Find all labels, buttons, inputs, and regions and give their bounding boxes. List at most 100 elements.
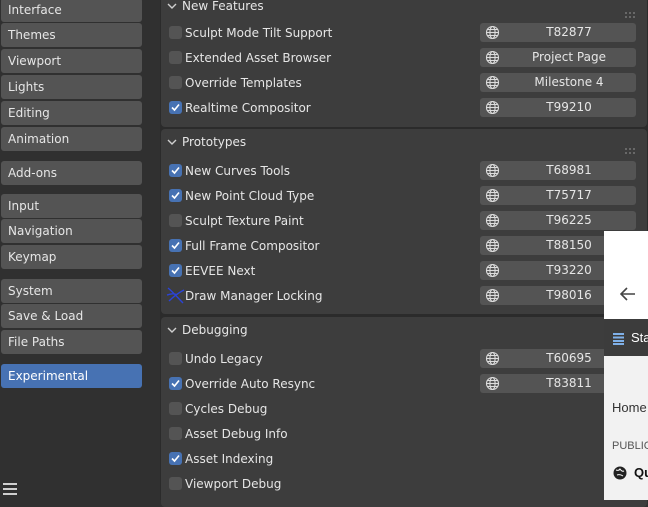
checkbox[interactable]: [169, 352, 182, 365]
overlay-window: Sta Home PUBLIC Qu: [604, 231, 648, 500]
link-text: T99210: [546, 100, 592, 114]
globe-icon: [485, 75, 500, 90]
link-button[interactable]: T68981: [480, 161, 636, 180]
chevron-down-icon: [167, 0, 177, 18]
option-row: EEVEE Next T93220: [161, 259, 647, 284]
sidebar-item-keymap[interactable]: Keymap: [1, 245, 142, 269]
section-label: PUBLIC: [612, 440, 648, 452]
option-label: Asset Indexing: [185, 452, 274, 466]
checkbox[interactable]: [169, 164, 182, 177]
option-label: Realtime Compositor: [185, 101, 311, 115]
checkbox[interactable]: [169, 189, 182, 202]
menu-icon[interactable]: [3, 483, 17, 495]
globe-icon: [485, 288, 500, 303]
sidebar-item-interface[interactable]: Interface: [1, 0, 142, 22]
checkbox[interactable]: [169, 264, 182, 277]
checkbox[interactable]: [166, 287, 185, 304]
checkbox[interactable]: [169, 477, 182, 490]
panel-prototypes: Prototypes New Curves Tools T68981 New P…: [161, 129, 647, 314]
checkbox[interactable]: [169, 377, 182, 390]
link-button[interactable]: T99210: [480, 98, 636, 117]
checkbox[interactable]: [169, 239, 182, 252]
option-row: Draw Manager Locking T98016: [161, 284, 647, 309]
link-text: Milestone 4: [534, 75, 604, 89]
globe-icon: [485, 100, 500, 115]
option-row: Extended Asset Browser Project Page: [161, 46, 647, 71]
panel-title: Debugging: [182, 323, 248, 337]
sidebar-item-addons[interactable]: Add-ons: [1, 161, 142, 185]
link-text: T68981: [546, 163, 592, 177]
globe-icon: [485, 25, 500, 40]
checkbox[interactable]: [169, 76, 182, 89]
sidebar-item-lights[interactable]: Lights: [1, 75, 142, 99]
option-label: Cycles Debug: [185, 402, 268, 416]
panel-debugging: Debugging Undo Legacy T60695 Override Au…: [161, 317, 647, 507]
drag-grip-icon[interactable]: [625, 138, 637, 154]
link-button[interactable]: T82877: [480, 23, 636, 42]
globe-icon: [613, 466, 627, 483]
option-label: Full Frame Compositor: [185, 239, 320, 253]
globe-icon: [485, 50, 500, 65]
panel-header-debugging[interactable]: Debugging: [161, 318, 647, 342]
option-row: Sculpt Texture Paint T96225: [161, 209, 647, 234]
checkbox[interactable]: [169, 427, 182, 440]
option-row: Override Auto Resync T83811: [161, 372, 647, 397]
stack-icon: [613, 333, 624, 348]
checkbox[interactable]: [169, 101, 182, 114]
sidebar-item-save-load[interactable]: Save & Load: [1, 304, 142, 328]
checkbox[interactable]: [169, 402, 182, 415]
sidebar-item-experimental[interactable]: Experimental: [1, 364, 142, 388]
globe-icon: [485, 238, 500, 253]
back-arrow-icon[interactable]: [619, 287, 636, 304]
sidebar-item-navigation[interactable]: Navigation: [1, 219, 142, 243]
option-label: Override Auto Resync: [185, 377, 316, 391]
globe-icon: [485, 263, 500, 278]
option-row: New Point Cloud Type T75717: [161, 184, 647, 209]
link-button[interactable]: Project Page: [480, 48, 636, 67]
sidebar-item-input[interactable]: Input: [1, 194, 142, 218]
chevron-down-icon: [167, 318, 177, 342]
drag-grip-icon[interactable]: [625, 2, 637, 18]
sidebar-item-viewport[interactable]: Viewport: [1, 49, 142, 73]
option-label: Sculpt Mode Tilt Support: [185, 26, 333, 40]
globe-icon: [485, 163, 500, 178]
breadcrumb[interactable]: Home: [612, 400, 647, 415]
sidebar-item-system[interactable]: System: [1, 279, 142, 303]
globe-icon: [485, 376, 500, 391]
option-label: New Point Cloud Type: [185, 189, 315, 203]
overlay-nav-bar: Sta: [604, 319, 648, 356]
checkbox[interactable]: [169, 26, 182, 39]
link-button[interactable]: T96225: [480, 211, 636, 230]
option-row: Undo Legacy T60695: [161, 347, 647, 372]
sidebar-item-themes[interactable]: Themes: [1, 23, 142, 47]
option-label: Sculpt Texture Paint: [185, 214, 304, 228]
option-label: Override Templates: [185, 76, 302, 90]
globe-icon: [485, 351, 500, 366]
option-label: Viewport Debug: [185, 477, 282, 491]
checkbox[interactable]: [169, 214, 182, 227]
panel-header-prototypes[interactable]: Prototypes: [161, 130, 647, 154]
panel-title: Prototypes: [182, 135, 247, 149]
list-item[interactable]: Qu: [634, 465, 648, 480]
option-label: Undo Legacy: [185, 352, 263, 366]
panel-header-new-features[interactable]: New Features: [161, 0, 647, 18]
sidebar-item-file-paths[interactable]: File Paths: [1, 330, 142, 354]
option-row: Full Frame Compositor T88150: [161, 234, 647, 259]
option-row: Sculpt Mode Tilt Support T82877: [161, 21, 647, 46]
link-text: T75717: [546, 188, 592, 202]
preferences-sidebar: Interface Themes Viewport Lights Editing…: [0, 0, 160, 500]
checkbox[interactable]: [169, 51, 182, 64]
checkbox[interactable]: [169, 452, 182, 465]
globe-icon: [485, 213, 500, 228]
link-button[interactable]: Milestone 4: [480, 73, 636, 92]
overlay-tab-title[interactable]: Sta: [631, 330, 648, 345]
option-row: Override Templates Milestone 4: [161, 71, 647, 96]
option-row: New Curves Tools T68981: [161, 159, 647, 184]
sidebar-item-animation[interactable]: Animation: [1, 127, 142, 151]
sidebar-item-editing[interactable]: Editing: [1, 101, 142, 125]
panel-new-features: New Features Sculpt Mode Tilt Support T8…: [161, 0, 647, 127]
overlay-header: [604, 231, 648, 319]
option-row: Cycles Debug: [161, 397, 647, 422]
link-button[interactable]: T75717: [480, 186, 636, 205]
option-row: Realtime Compositor T99210: [161, 96, 647, 121]
